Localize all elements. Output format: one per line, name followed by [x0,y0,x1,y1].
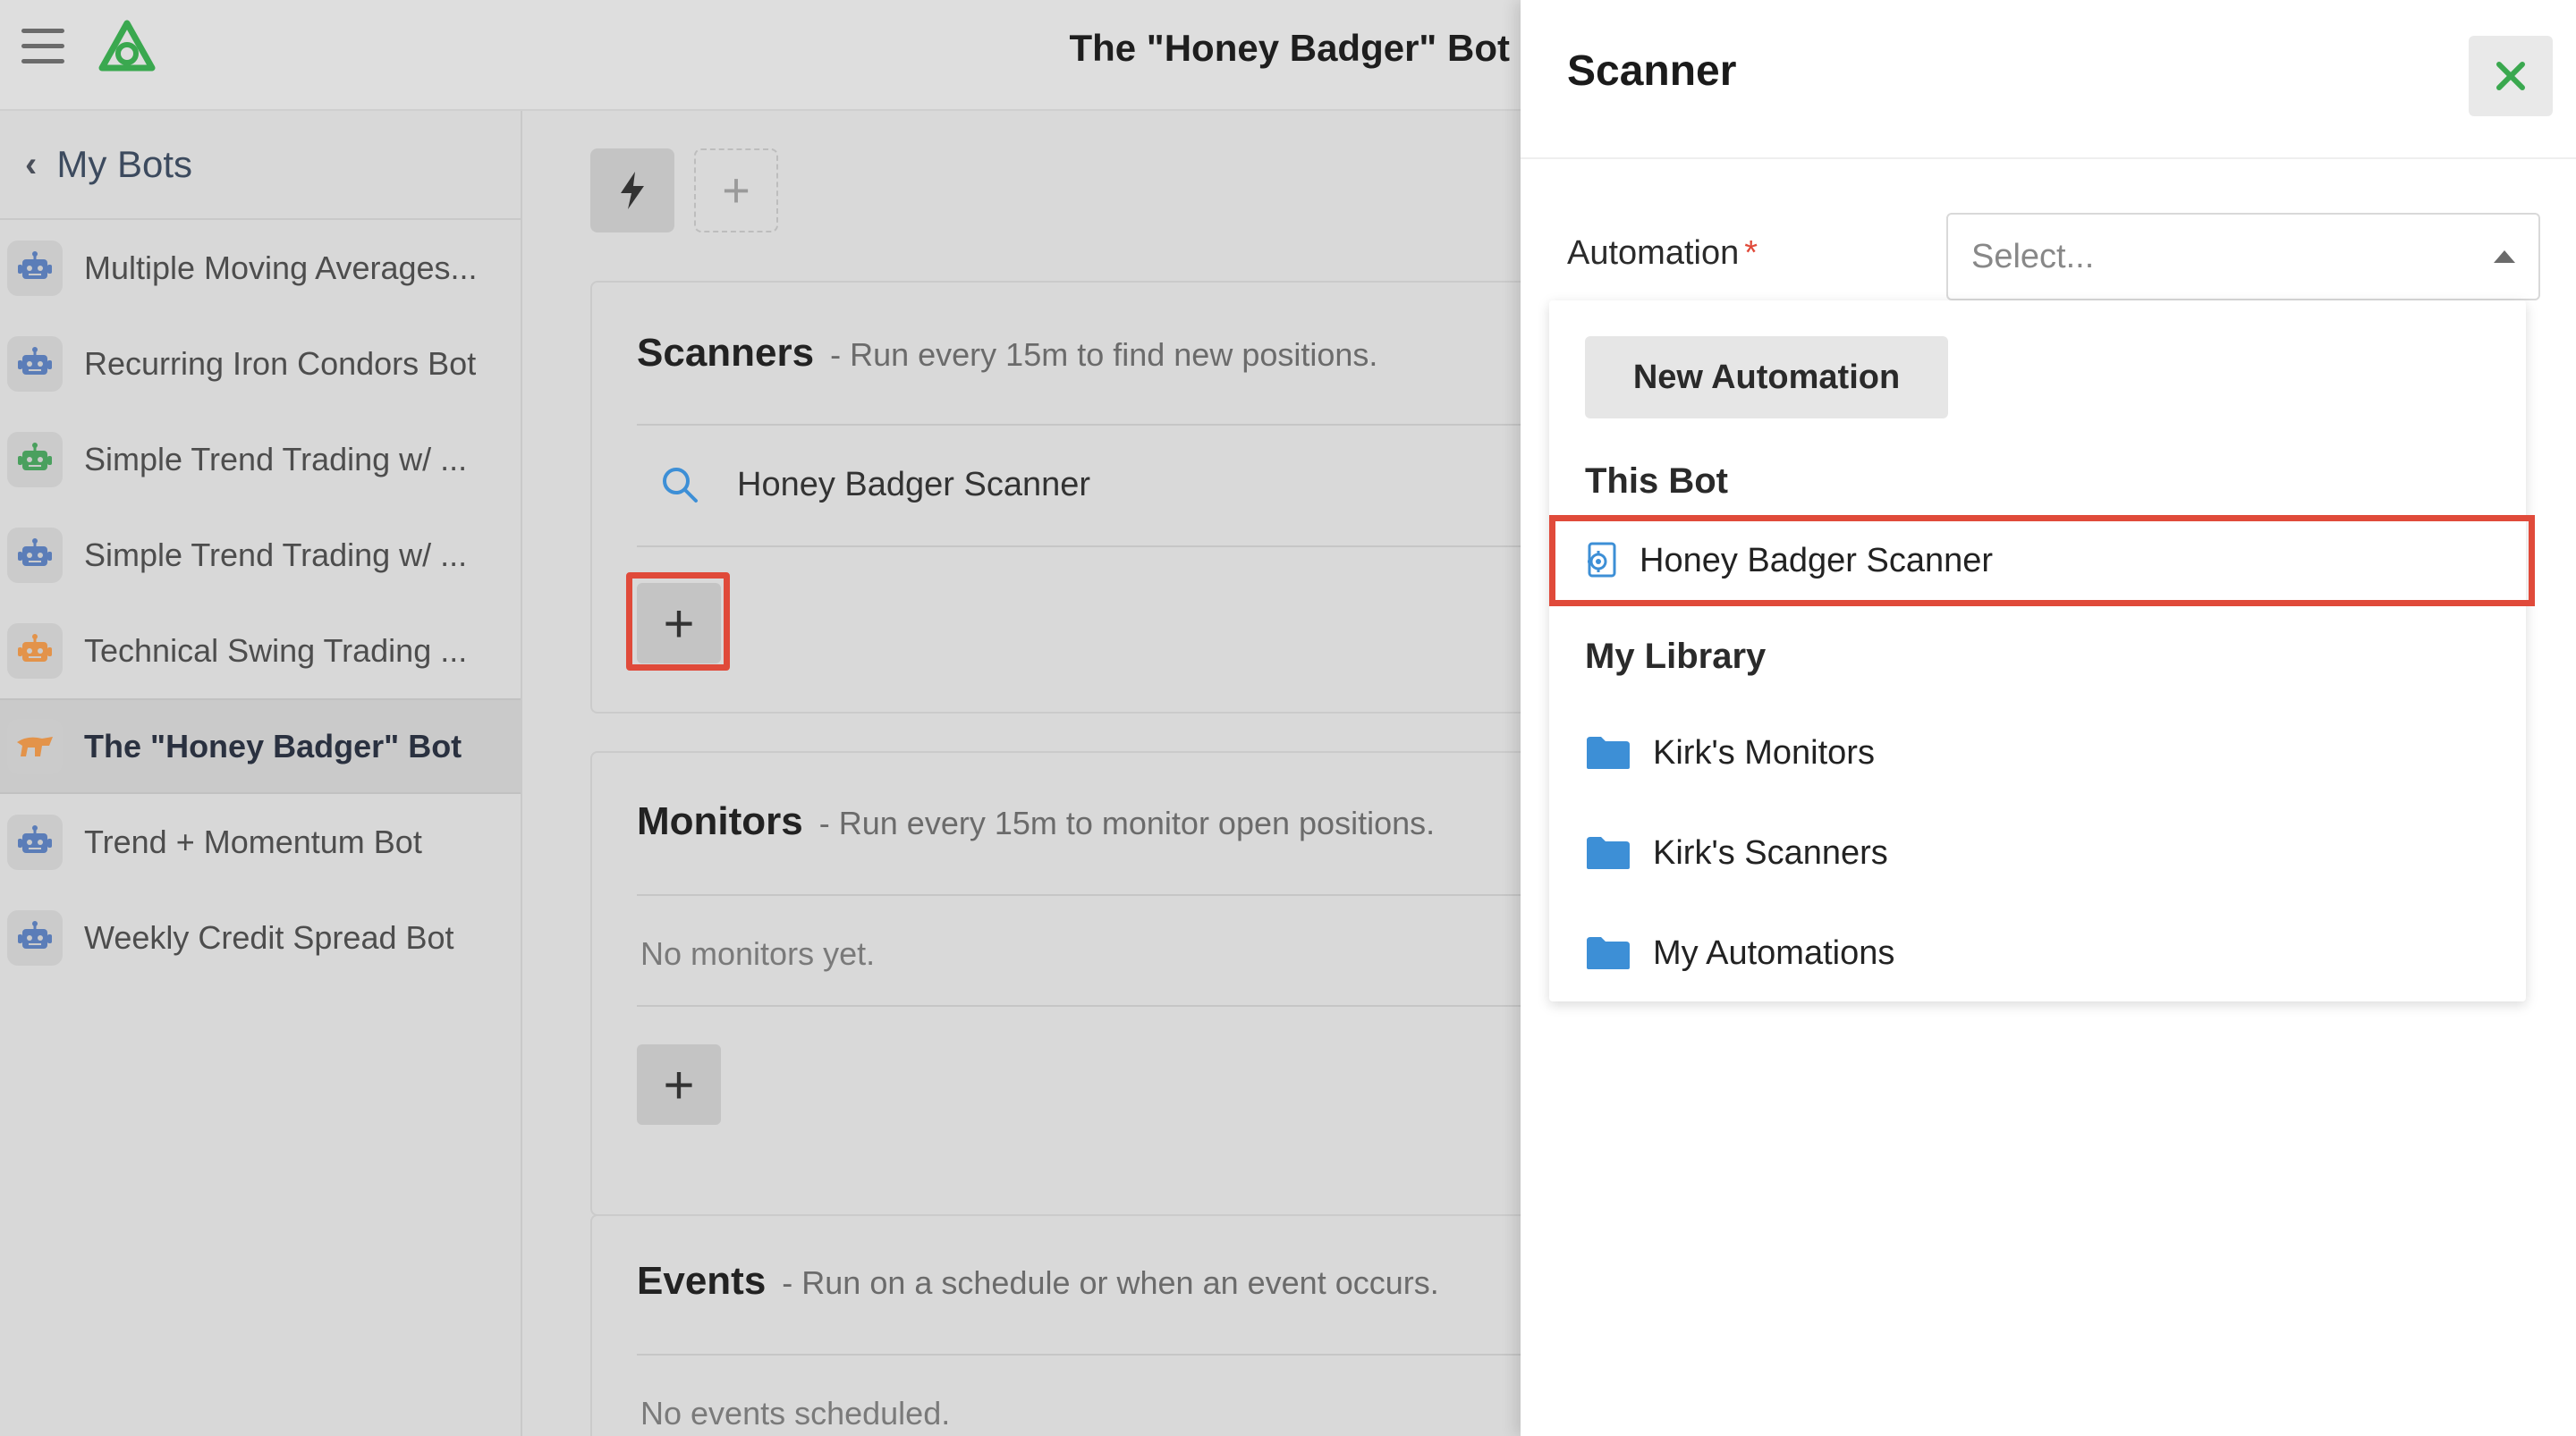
back-to-my-bots[interactable]: ‹ My Bots [0,111,521,220]
automation-dropdown: New Automation This Bot Honey Badger Sca… [1549,300,2535,1001]
folder-label: Kirk's Monitors [1653,733,1875,772]
sidebar-bot-item[interactable]: Simple Trend Trading w/ ... [0,411,521,507]
sidebar-bot-label: Technical Swing Trading ... [84,631,468,669]
scanners-card: Scanners - Run every 15m to find new posi… [590,281,1538,714]
sidebar-bot-label: Simple Trend Trading w/ ... [84,536,468,573]
sidebar-bot-item[interactable]: Multiple Moving Averages... [0,220,521,316]
sidebar-bot-item[interactable]: Recurring Iron Condors Bot [0,316,521,411]
events-empty-text: No events scheduled. [640,1395,951,1432]
sidebar-bot-item[interactable]: Technical Swing Trading ... [0,603,521,698]
sidebar-bot-label: The "Honey Badger" Bot [84,727,462,764]
monitors-empty-text: No monitors yet. [640,935,876,972]
scanner-gear-icon [1588,542,1616,578]
events-title: Events - Run on a schedule or when an eve… [637,1259,1439,1303]
top-bar: The "Honey Badger" Bot [0,0,1521,111]
close-icon [2496,62,2525,90]
folder-icon [1587,737,1630,769]
folder-icon [1587,937,1630,969]
automation-label: Automation * [1567,234,1758,272]
robot-icon [7,622,63,679]
new-automation-button[interactable]: New Automation [1585,336,1948,418]
option-honey-badger-scanner[interactable]: Honey Badger Scanner [1549,515,2535,606]
folder-label: Kirk's Scanners [1653,833,1888,872]
scanner-panel: Scanner Automation * Select... New Automa… [1521,0,2576,1436]
scanner-item[interactable]: Honey Badger Scanner [637,424,1538,545]
robot-icon [7,527,63,583]
required-mark: * [1744,234,1758,272]
folder-icon [1587,837,1630,869]
monitors-card: Monitors - Run every 15m to monitor open … [590,751,1538,1216]
events-subtitle: - Run on a schedule or when an event occ… [782,1264,1439,1301]
sidebar-bot-label: Multiple Moving Averages... [84,249,478,286]
library-folder-item[interactable]: Kirk's Scanners [1585,826,1888,880]
add-tab-button[interactable]: + [694,148,778,232]
select-placeholder: Select... [1971,238,2095,275]
robot-icon [7,814,63,870]
hamburger-icon[interactable] [21,29,64,68]
monitors-subtitle: - Run every 15m to monitor open position… [818,805,1436,841]
sidebar-bot-item[interactable]: Trend + Momentum Bot [0,794,521,890]
robot-icon [7,909,63,966]
this-bot-group-label: This Bot [1585,461,1728,501]
sidebar-bot-label: Recurring Iron Condors Bot [84,344,477,382]
scanner-item-label: Honey Badger Scanner [737,465,1091,503]
sidebar-bot-item[interactable]: Weekly Credit Spread Bot [0,890,521,985]
robot-icon [7,335,63,392]
sidebar-bot-item[interactable]: Simple Trend Trading w/ ... [0,507,521,603]
folder-label: My Automations [1653,933,1895,972]
tradier-logo-icon[interactable] [93,18,161,77]
library-folder-item[interactable]: Kirk's Monitors [1585,726,1875,780]
automation-select[interactable]: Select... [1946,213,2540,300]
page-title: The "Honey Badger" Bot [1069,27,1510,69]
search-icon [663,468,698,503]
badger-icon [7,718,63,774]
robot-icon [7,431,63,487]
lightning-icon [621,172,644,209]
scanners-title: Scanners - Run every 15m to find new posi… [637,331,1378,375]
main-content: + Scanners - Run every 15m to find new po… [524,113,1538,1436]
chevron-left-icon: ‹ [25,144,38,184]
back-label: My Bots [56,143,193,185]
my-library-group-label: My Library [1585,637,1767,676]
library-folder-item[interactable]: My Automations [1585,926,1894,980]
tab-automations[interactable] [590,148,674,232]
sidebar: ‹ My Bots Multiple Moving Averages... Rec… [0,111,522,1436]
sidebar-bot-label: Weekly Credit Spread Bot [84,918,454,956]
sidebar-bot-label: Trend + Momentum Bot [84,823,422,860]
highlight-box [626,572,730,671]
panel-title: Scanner [1567,47,1737,95]
events-card: Events - Run on a schedule or when an eve… [590,1214,1538,1436]
monitors-title: Monitors - Run every 15m to monitor open … [637,799,1436,843]
option-label: Honey Badger Scanner [1640,541,1994,579]
caret-up-icon [2494,250,2515,263]
scanners-subtitle: - Run every 15m to find new positions. [830,336,1378,373]
add-monitor-button[interactable]: + [637,1044,721,1125]
robot-icon [7,240,63,296]
sidebar-bot-item[interactable]: The "Honey Badger" Bot [0,698,521,794]
sidebar-bot-label: Simple Trend Trading w/ ... [84,440,468,477]
close-button[interactable] [2469,36,2553,116]
